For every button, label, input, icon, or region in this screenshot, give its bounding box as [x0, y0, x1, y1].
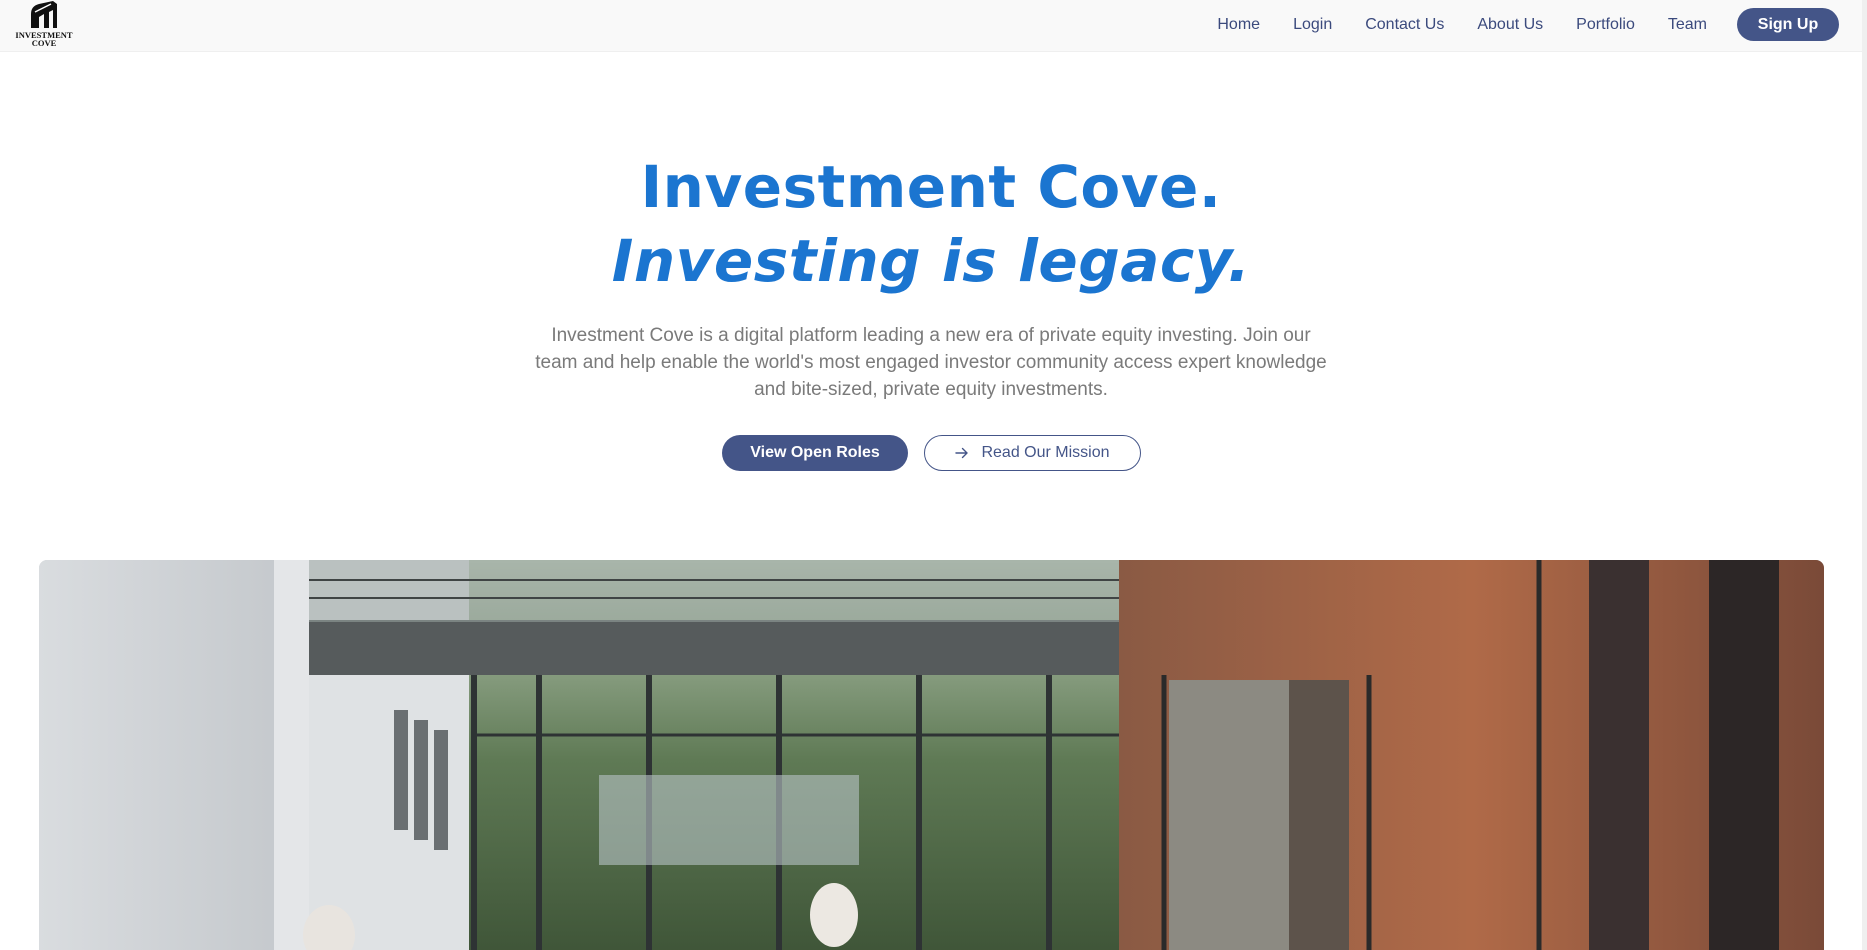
arrow-right-icon	[955, 447, 969, 459]
view-open-roles-button[interactable]: View Open Roles	[722, 435, 908, 471]
hero-subtitle: Investing is legacy.	[611, 227, 1251, 295]
hero-title: Investment Cove.	[640, 153, 1222, 221]
nav-portfolio-link[interactable]: Portfolio	[1576, 16, 1635, 34]
nav-links: Home Login Contact Us About Us Portfolio…	[1217, 8, 1839, 41]
read-our-mission-label: Read Our Mission	[981, 444, 1110, 461]
nav-team-link[interactable]: Team	[1668, 16, 1707, 34]
read-our-mission-button[interactable]: Read Our Mission	[924, 435, 1141, 471]
nav-contact-link[interactable]: Contact Us	[1365, 16, 1444, 34]
scrollbar-track[interactable]	[1862, 0, 1867, 950]
logo-wordmark: INVESTMENT COVE	[15, 30, 73, 48]
nav-about-link[interactable]: About Us	[1477, 16, 1543, 34]
hero-cta-row: View Open Roles Read Our Mission	[722, 435, 1141, 471]
hero-description: Investment Cove is a digital platform le…	[535, 325, 1327, 400]
hero-building-photo	[39, 560, 1824, 950]
logo-mark-icon	[31, 1, 57, 28]
top-navbar: INVESTMENT COVE Home Login Contact Us Ab…	[0, 0, 1862, 52]
nav-login-link[interactable]: Login	[1293, 16, 1332, 34]
brand-logo[interactable]: INVESTMENT COVE	[14, 0, 74, 48]
sign-up-button[interactable]: Sign Up	[1737, 8, 1839, 41]
nav-home-link[interactable]: Home	[1217, 16, 1260, 34]
